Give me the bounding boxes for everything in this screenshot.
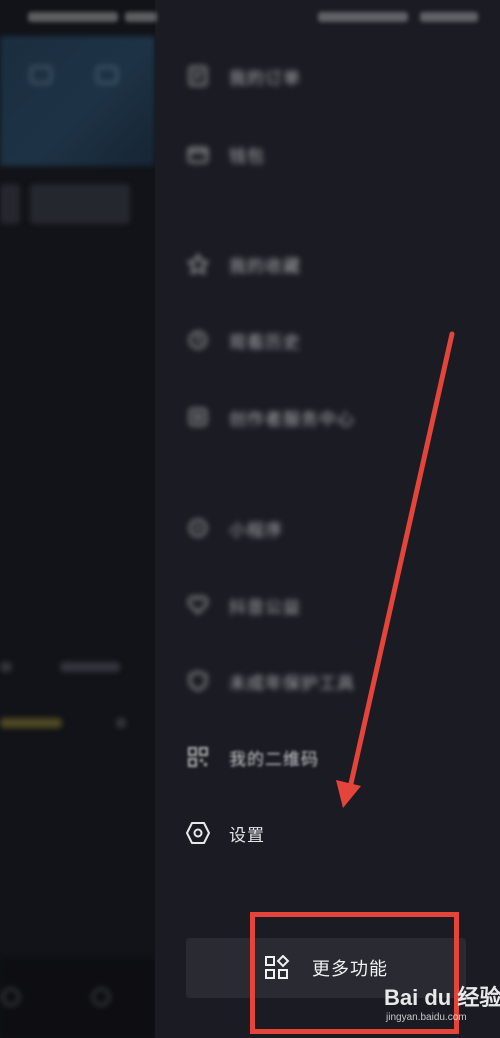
background-icon (96, 66, 118, 84)
more-features-label: 更多功能 (312, 959, 388, 979)
qr-code-icon (185, 744, 211, 770)
creator-icon (185, 404, 211, 430)
menu-item-label: 创作者服务中心 (229, 409, 355, 429)
status-icons (125, 12, 157, 22)
more-features-button[interactable]: 更多功能 (186, 938, 466, 998)
grid-apps-icon (264, 955, 290, 981)
status-signal (318, 12, 408, 22)
menu-item-label: 我的订单 (229, 68, 301, 88)
menu-item-label: 设置 (229, 825, 265, 845)
background-banner (0, 36, 155, 166)
menu-item-charity[interactable]: 抖音公益 (155, 581, 500, 629)
menu-item-creator-center[interactable]: 创作者服务中心 (155, 393, 500, 441)
heart-icon (185, 592, 211, 618)
menu-item-settings[interactable]: 设置 (155, 809, 500, 857)
star-icon (185, 251, 211, 277)
status-carrier (28, 12, 118, 22)
background-page (0, 0, 160, 1038)
hexagon-settings-icon (185, 820, 211, 846)
wallet-icon (185, 141, 211, 167)
status-battery (420, 12, 478, 22)
background-text (116, 718, 126, 728)
mini-program-icon (185, 515, 211, 541)
menu-item-favorites[interactable]: 我的收藏 (155, 240, 500, 288)
background-tab-icon (2, 988, 20, 1006)
background-text (0, 662, 12, 672)
background-button (0, 184, 20, 224)
menu-item-qr-code[interactable]: 我的二维码 (155, 733, 500, 781)
menu-item-label: 观看历史 (229, 332, 301, 352)
menu-item-label: 抖音公益 (229, 597, 301, 617)
menu-item-history[interactable]: 观看历史 (155, 316, 500, 364)
menu-item-wallet[interactable]: 钱包 (155, 130, 500, 178)
menu-item-label: 钱包 (229, 146, 265, 166)
status-bar (0, 0, 500, 36)
side-drawer: 我的订单 钱包 我的收藏 观看历史 创作者服务中心 小程序 抖音公益 未成年保护… (155, 0, 500, 1038)
menu-item-mini-programs[interactable]: 小程序 (155, 504, 500, 552)
receipt-icon (185, 63, 211, 89)
background-tab-icon (92, 988, 110, 1006)
shield-icon (185, 668, 211, 694)
menu-item-orders[interactable]: 我的订单 (155, 52, 500, 100)
menu-item-label: 我的二维码 (229, 749, 319, 769)
background-text (0, 718, 62, 728)
menu-item-label: 我的收藏 (229, 256, 301, 276)
menu-item-minor-protection[interactable]: 未成年保护工具 (155, 657, 500, 705)
menu-item-label: 小程序 (229, 520, 283, 540)
background-button (30, 184, 130, 224)
background-icon (30, 66, 52, 84)
menu-item-label: 未成年保护工具 (229, 673, 355, 693)
background-text (60, 662, 120, 672)
background-tabbar (0, 958, 155, 1038)
clock-icon (185, 327, 211, 353)
